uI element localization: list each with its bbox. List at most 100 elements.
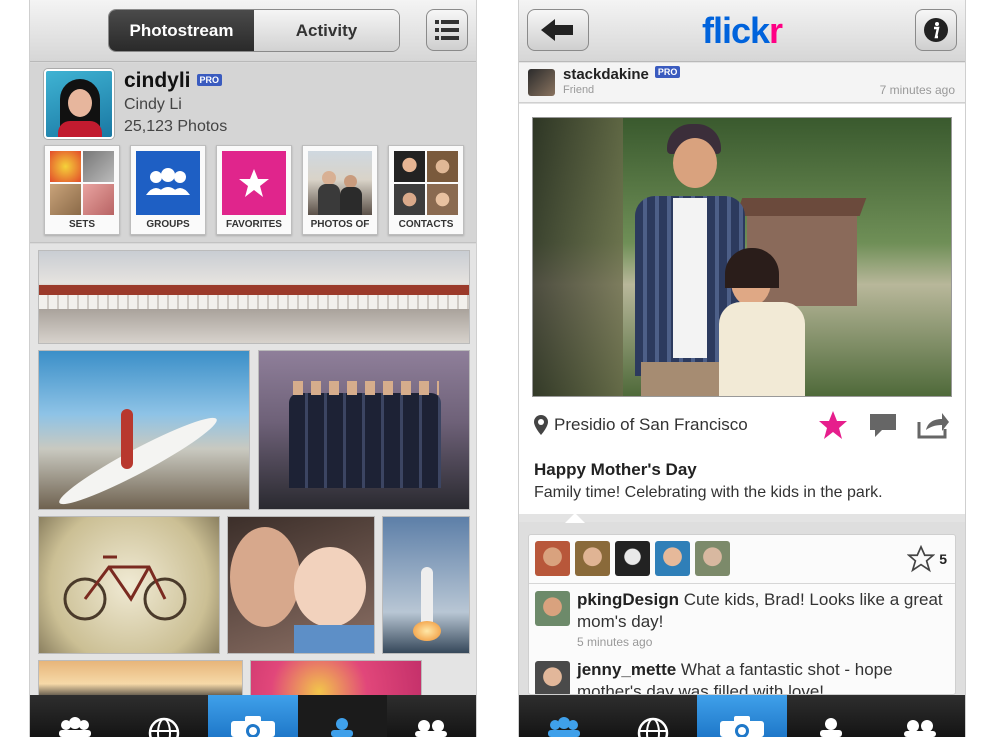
photo-grid <box>30 244 476 695</box>
comments-section: 5 pkingDesign Cute kids, Brad! Looks lik… <box>519 513 965 695</box>
tab-you[interactable] <box>297 695 387 737</box>
person-icon <box>820 718 843 737</box>
comment-username[interactable]: pkingDesign <box>577 590 679 609</box>
groups-icon <box>146 168 190 195</box>
photo-thumbnail-forbidden-city[interactable] <box>38 250 470 344</box>
tab-contacts-activity[interactable] <box>519 695 608 737</box>
comment-username[interactable]: jenny_mette <box>577 660 676 679</box>
top-bar: Photostream Activity <box>30 0 476 62</box>
tab-contacts-activity[interactable] <box>30 695 119 737</box>
photo-title: Happy Mother's Day <box>534 460 697 479</box>
photo-detail-screen: flickr stackdakine PRO Friend 7 minutes a… <box>518 0 966 737</box>
tab-contacts[interactable] <box>876 695 965 737</box>
comment-icon[interactable] <box>868 410 898 440</box>
contacts-icon <box>904 720 937 737</box>
tile-label: SETS <box>68 219 96 230</box>
photostream-screen: Photostream Activity cindyli PRO Cindy Li… <box>29 0 477 737</box>
favoriter-avatar[interactable] <box>655 541 690 576</box>
tile-favorites[interactable]: FAVORITES <box>216 145 292 235</box>
tab-camera[interactable] <box>697 695 787 737</box>
photo-thumbnail-group[interactable] <box>258 350 470 510</box>
tab-activity[interactable]: Activity <box>254 10 399 51</box>
tile-groups[interactable]: GROUPS <box>130 145 206 235</box>
contacts-icon <box>415 720 448 737</box>
globe-icon <box>148 717 180 737</box>
tab-camera[interactable] <box>208 695 298 737</box>
comments-box: 5 pkingDesign Cute kids, Brad! Looks lik… <box>528 534 956 695</box>
divider <box>529 583 955 584</box>
camera-icon <box>231 716 275 737</box>
favorites-count[interactable]: 5 <box>907 545 947 573</box>
photos-of-thumbnail <box>308 151 372 215</box>
profile-real-name: Cindy Li <box>124 96 182 113</box>
poster-username-text: stackdakine <box>563 66 649 83</box>
location-link[interactable]: Presidio of San Francisco <box>554 415 748 435</box>
post-timestamp: 7 minutes ago <box>879 83 955 97</box>
photo-thumbnail-bicycle[interactable] <box>38 516 220 654</box>
comment-item: jenny_mette What a fantastic shot - hope… <box>535 659 947 694</box>
people-icon <box>547 717 580 737</box>
avatar[interactable] <box>535 591 570 626</box>
globe-icon <box>637 717 669 737</box>
avatar[interactable] <box>44 69 114 139</box>
location-row: Presidio of San Francisco <box>532 410 952 440</box>
tab-contacts[interactable] <box>387 695 476 737</box>
pro-badge: PRO <box>196 74 223 86</box>
list-icon <box>435 20 459 40</box>
flickr-logo: flickr <box>701 10 783 51</box>
tile-contacts[interactable]: CONTACTS <box>388 145 464 235</box>
favorites-thumbnail <box>222 151 286 215</box>
profile-tiles: SETS GROUPS FAVORITES PHOTOS OF CONTACTS <box>44 145 464 235</box>
photo-thumbnail-surfboard[interactable] <box>38 350 250 510</box>
photo-thumbnail-flower[interactable] <box>250 660 422 695</box>
person-icon <box>331 718 354 737</box>
people-icon <box>58 717 91 737</box>
favorite-star-icon[interactable] <box>818 410 848 440</box>
favorited-by-list <box>535 541 730 576</box>
favoriter-avatar[interactable] <box>615 541 650 576</box>
list-view-button[interactable] <box>426 9 468 51</box>
favorites-count-value: 5 <box>939 551 947 567</box>
info-icon <box>924 18 948 42</box>
profile-header: cindyli PRO Cindy Li 25,123 Photos SETS <box>30 63 476 243</box>
avatar[interactable] <box>535 661 570 694</box>
comment-text: jenny_mette What a fantastic shot - hope… <box>577 659 947 694</box>
tab-photostream[interactable]: Photostream <box>109 10 254 51</box>
photo-thumbnail-shuttle[interactable] <box>382 516 470 654</box>
bottom-tab-bar <box>30 695 476 737</box>
tile-photos-of[interactable]: PHOTOS OF <box>302 145 378 235</box>
tab-you[interactable] <box>787 695 876 737</box>
tile-label: CONTACTS <box>398 219 454 230</box>
share-icon[interactable] <box>916 410 950 440</box>
camera-icon <box>720 716 764 737</box>
bottom-tab-bar <box>519 695 965 737</box>
tile-label: GROUPS <box>146 219 190 230</box>
tile-label: PHOTOS OF <box>310 219 370 230</box>
location-pin-icon <box>534 415 548 435</box>
poster-username[interactable]: stackdakine PRO <box>563 66 681 83</box>
photo-thumbnail-mother-baby[interactable] <box>227 516 375 654</box>
speech-notch <box>565 513 585 523</box>
view-switcher: Photostream Activity <box>108 9 400 52</box>
comment-text: pkingDesign Cute kids, Brad! Looks like … <box>577 589 947 633</box>
post-header: stackdakine PRO Friend 7 minutes ago <box>519 63 965 103</box>
star-outline-icon <box>907 545 936 573</box>
favoriter-avatar[interactable] <box>575 541 610 576</box>
main-photo[interactable] <box>532 117 952 397</box>
avatar[interactable] <box>528 69 555 96</box>
pro-badge: PRO <box>654 66 681 78</box>
photo-description: Family time! Celebrating with the kids i… <box>534 484 883 501</box>
relationship-label: Friend <box>563 84 595 96</box>
tab-explore[interactable] <box>119 695 208 737</box>
photo-thumbnail-sunset[interactable] <box>38 660 243 695</box>
star-icon <box>239 169 269 197</box>
photo-count: 25,123 Photos <box>124 118 228 135</box>
tile-label: FAVORITES <box>226 219 282 230</box>
info-button[interactable] <box>915 9 957 51</box>
tab-explore[interactable] <box>608 695 697 737</box>
groups-thumbnail <box>136 151 200 215</box>
bicycle-icon <box>63 555 187 621</box>
favoriter-avatar[interactable] <box>535 541 570 576</box>
favoriter-avatar[interactable] <box>695 541 730 576</box>
tile-sets[interactable]: SETS <box>44 145 120 235</box>
